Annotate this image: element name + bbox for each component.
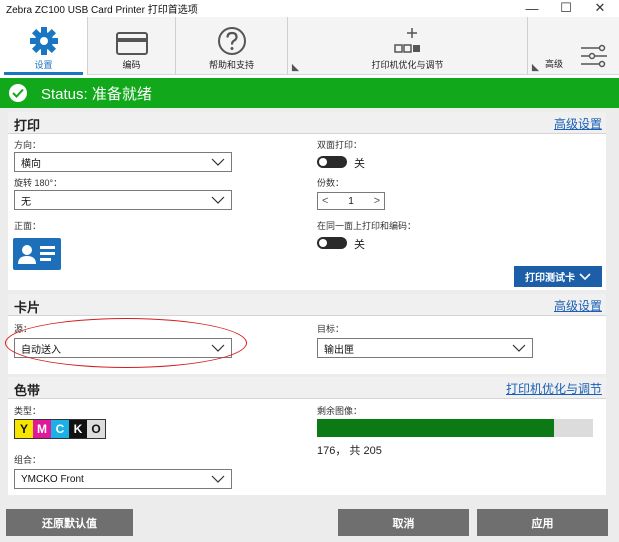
print-section-title: 打印: [14, 118, 41, 133]
copies-stepper[interactable]: < 1 >: [317, 192, 385, 210]
ribbon-panel-y: Y: [15, 420, 33, 438]
question-icon: [217, 27, 246, 55]
decrement-icon[interactable]: <: [322, 195, 328, 207]
remaining-images-text: 176， 共 205: [317, 445, 382, 457]
close-icon: ✕: [594, 0, 606, 15]
orientation-label: 方向：: [14, 140, 42, 150]
duplex-toggle[interactable]: [317, 156, 347, 168]
combo-value: YMCKO Front: [21, 473, 84, 485]
toggle-knob: [319, 239, 327, 247]
tab-settings-label: 设置: [34, 60, 53, 70]
duplex-label: 双面打印：: [317, 140, 363, 150]
card-icon: [115, 32, 148, 55]
card-section-title: 卡片: [14, 300, 41, 315]
ribbon-panel-o: O: [87, 420, 105, 438]
tab-settings[interactable]: 设置: [0, 17, 88, 75]
expand-arrow-icon: [291, 63, 300, 72]
ribbon-panel-m: M: [33, 420, 51, 438]
print-section-header: 打印 高级设置: [8, 112, 606, 134]
tab-printer-optimization-label: 打印机优化与调节: [371, 60, 444, 70]
settings-content: 打印 高级设置 方向： 横向 旋转 180°： 无 正面： 双面打印： 关 份数…: [0, 108, 619, 501]
sliders-icon: [580, 44, 607, 68]
chevron-down-icon: [579, 272, 591, 280]
card-advanced-settings-link[interactable]: 高级设置: [554, 297, 602, 314]
title-bar: Zebra ZC100 USB Card Printer 打印首选项 — ☐ ✕: [0, 0, 619, 16]
remaining-images-label: 剩余图像：: [317, 406, 363, 416]
combo-label: 组合：: [14, 455, 42, 465]
tab-help-label: 帮助和支持: [208, 60, 254, 70]
cancel-label: 取消: [392, 517, 415, 530]
source-label: 源：: [14, 324, 33, 334]
target-label: 目标：: [317, 324, 345, 334]
main-toolbar: 设置 编码 帮助和支持 打印机优化与调节 高级: [0, 17, 619, 75]
rotate-select[interactable]: 无: [14, 190, 232, 210]
chevron-down-icon: [211, 196, 225, 204]
target-value: 输出匣: [324, 344, 354, 356]
status-bar: Status: 准备就绪: [0, 78, 619, 108]
card-section-header: 卡片 高级设置: [8, 294, 606, 316]
check-icon: [9, 84, 27, 102]
ribbon-section-title: 色带: [14, 383, 41, 398]
copies-label: 份数：: [317, 178, 345, 188]
combo-select[interactable]: YMCKO Front: [14, 469, 232, 489]
same-side-toggle[interactable]: [317, 237, 347, 249]
id-card-front-icon[interactable]: [13, 238, 61, 270]
duplex-value: 关: [354, 158, 365, 170]
tab-advanced[interactable]: 高级: [528, 17, 619, 75]
apply-button[interactable]: 应用: [477, 509, 608, 536]
printer-optimize-icon: [393, 28, 420, 53]
close-button[interactable]: ✕: [583, 0, 617, 16]
tab-encoding[interactable]: 编码: [88, 17, 176, 75]
gear-icon: [29, 27, 58, 55]
status-text: Status: 准备就绪: [41, 85, 152, 103]
print-test-card-label: 打印测试卡: [525, 273, 575, 284]
tab-encoding-label: 编码: [122, 60, 141, 70]
same-side-value: 关: [354, 239, 365, 251]
print-section: 打印 高级设置 方向： 横向 旋转 180°： 无 正面： 双面打印： 关 份数…: [8, 112, 606, 290]
remaining-images-fill: [317, 419, 554, 437]
apply-label: 应用: [531, 517, 554, 530]
toggle-knob: [319, 158, 327, 166]
expand-arrow-icon: [531, 63, 540, 72]
card-section: 卡片 高级设置 源： 自动送入 目标： 输出匣: [5, 294, 606, 374]
minimize-icon: —: [525, 0, 539, 16]
chevron-down-icon: [211, 475, 225, 483]
rotate-value: 无: [21, 196, 31, 208]
chevron-down-icon: [512, 344, 526, 352]
window-title: Zebra ZC100 USB Card Printer 打印首选项: [6, 4, 198, 16]
restore-defaults-label: 还原默认值: [42, 517, 97, 530]
increment-icon[interactable]: >: [374, 195, 380, 207]
source-select[interactable]: 自动送入: [14, 338, 232, 358]
target-select[interactable]: 输出匣: [317, 338, 533, 358]
front-label: 正面：: [14, 221, 42, 231]
active-tab-indicator: [4, 72, 83, 75]
maximize-icon: ☐: [560, 0, 572, 15]
restore-defaults-button[interactable]: 还原默认值: [6, 509, 133, 536]
maximize-button[interactable]: ☐: [549, 0, 583, 16]
minimize-button[interactable]: —: [515, 0, 549, 16]
chevron-down-icon: [211, 344, 225, 352]
ribbon-section: 色带 打印机优化与调节 类型： Y M C K O 组合： YMCKO Fron…: [8, 377, 606, 495]
ribbon-panel-k: K: [69, 420, 87, 438]
rotate-label: 旋转 180°：: [14, 178, 63, 188]
tab-advanced-label: 高级: [545, 59, 564, 69]
printer-optimization-link[interactable]: 打印机优化与调节: [506, 380, 602, 397]
ribbon-section-header: 色带 打印机优化与调节: [8, 377, 606, 399]
ribbon-type-indicator: Y M C K O: [14, 419, 106, 439]
print-advanced-settings-link[interactable]: 高级设置: [554, 115, 602, 132]
source-value: 自动送入: [21, 344, 61, 356]
same-side-label: 在同一面上打印和编码：: [317, 221, 417, 231]
ribbon-type-label: 类型：: [14, 406, 42, 416]
footer-bar: 还原默认值 取消 应用: [0, 501, 619, 542]
tab-printer-optimization[interactable]: 打印机优化与调节: [288, 17, 528, 75]
orientation-select[interactable]: 横向: [14, 152, 232, 172]
chevron-down-icon: [211, 158, 225, 166]
copies-value: 1: [348, 195, 354, 207]
cancel-button[interactable]: 取消: [338, 509, 469, 536]
orientation-value: 横向: [21, 158, 41, 170]
print-test-card-button[interactable]: 打印测试卡: [514, 266, 602, 287]
remaining-images-progress: [317, 419, 593, 437]
tab-help[interactable]: 帮助和支持: [176, 17, 288, 75]
ribbon-panel-c: C: [51, 420, 69, 438]
